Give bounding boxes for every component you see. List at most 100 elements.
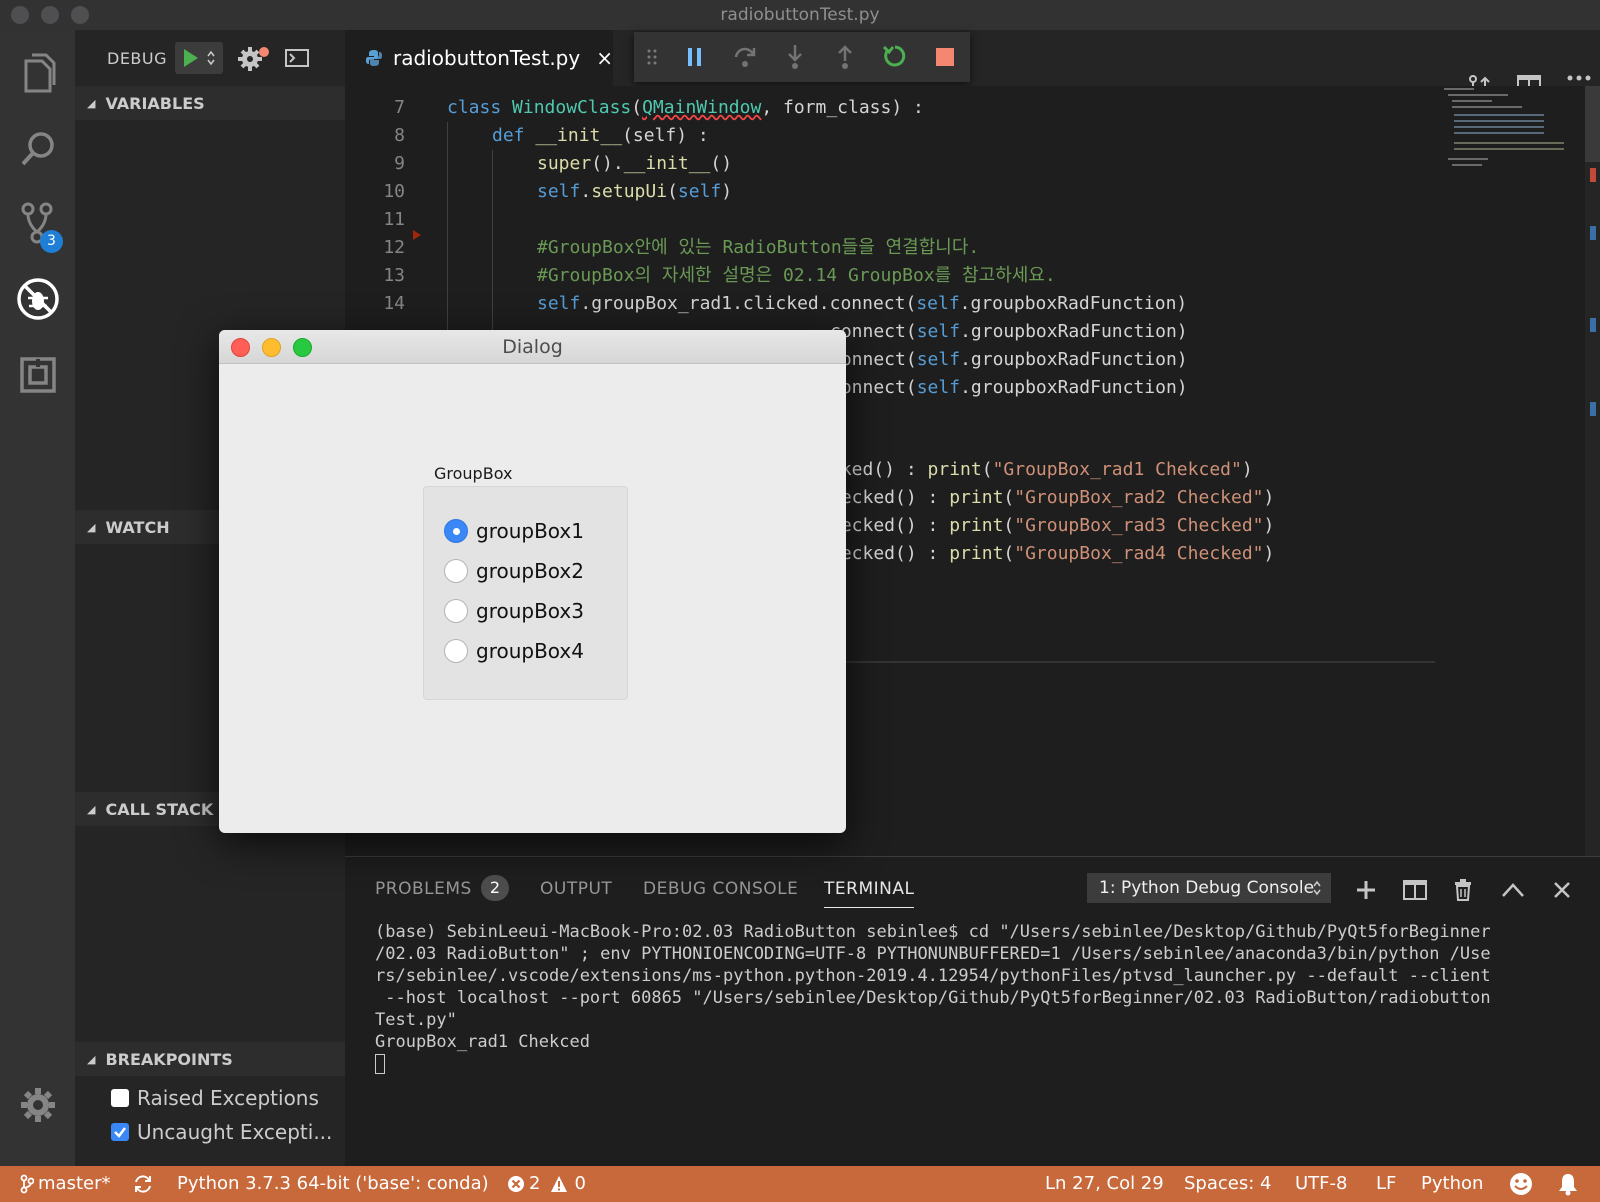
source-control-icon[interactable]: 3: [0, 188, 75, 258]
radio-indicator-checked[interactable]: [444, 519, 468, 543]
terminal-select-value: 1: Python Debug Console: [1099, 878, 1315, 898]
maximize-panel-icon[interactable]: [1498, 875, 1528, 905]
debug-label: DEBUG: [107, 48, 168, 68]
radio-groupbox1[interactable]: groupBox1: [444, 519, 584, 543]
code-line-print-4: necked() : print("GroupBox_rad4 Checked"…: [830, 543, 1275, 564]
cursor-position-status[interactable]: Ln 27, Col 29: [1045, 1166, 1164, 1202]
terminal-line: (base) SebinLeeui-MacBook-Pro:02.03 Radi…: [375, 922, 1491, 942]
radio-groupbox3[interactable]: groupBox3: [444, 599, 584, 623]
python-file-icon: [366, 50, 382, 66]
tab-close-icon[interactable]: ×: [596, 46, 613, 70]
variables-section-header[interactable]: ◢ VARIABLES: [75, 86, 345, 120]
step-out-icon[interactable]: [820, 32, 870, 82]
breakpoint-uncaught-exceptions[interactable]: Uncaught Excepti...: [111, 1120, 332, 1144]
radio-label: groupBox4: [476, 639, 584, 663]
indentation-status[interactable]: Spaces: 4: [1184, 1166, 1271, 1202]
chevron-updown-icon: [207, 50, 215, 66]
radio-label: groupBox1: [476, 519, 584, 543]
line-number: 10: [383, 181, 405, 202]
split-terminal-icon[interactable]: [1400, 875, 1430, 905]
radio-indicator[interactable]: [444, 599, 468, 623]
line-number: 12: [383, 237, 405, 258]
step-over-icon[interactable]: [720, 32, 770, 82]
terminal-select[interactable]: 1: Python Debug Console: [1087, 873, 1331, 903]
trash-icon[interactable]: [1448, 875, 1478, 905]
line-number: 9: [394, 153, 405, 174]
radio-indicator[interactable]: [444, 639, 468, 663]
notification-bell-icon[interactable]: [1557, 1166, 1579, 1202]
terminal-cursor: [375, 1054, 385, 1074]
sync-icon[interactable]: [133, 1166, 153, 1202]
problems-count-badge: 2: [481, 875, 509, 901]
drag-handle-icon[interactable]: [634, 32, 670, 82]
code-line-print-2: necked() : print("GroupBox_rad2 Checked"…: [830, 487, 1275, 508]
line-number: 7: [394, 97, 405, 118]
tab-debug-console[interactable]: DEBUG CONSOLE: [643, 879, 798, 899]
code-line-14: self.groupBox_rad1.clicked.connect(self.…: [537, 293, 1188, 314]
editor-tab-radiobuttontest[interactable]: radiobuttonTest.py ×: [345, 30, 613, 86]
tab-terminal[interactable]: TERMINAL: [824, 879, 915, 908]
code-line-print-1: cked() : print("GroupBox_rad1 Chekced"): [830, 459, 1253, 480]
error-icon: [508, 1176, 524, 1192]
activity-bar: 3: [0, 30, 75, 1166]
raised-exceptions-checkbox[interactable]: [111, 1089, 129, 1107]
restart-icon[interactable]: [870, 32, 920, 82]
start-debugging-button[interactable]: [175, 42, 224, 74]
add-terminal-icon[interactable]: [1351, 875, 1381, 905]
uncaught-exceptions-checkbox[interactable]: [111, 1123, 129, 1141]
minimap[interactable]: [1444, 86, 1564, 186]
debug-console-icon[interactable]: [285, 49, 310, 67]
radio-label: groupBox3: [476, 599, 584, 623]
code-line-10: self.setupUi(self): [537, 181, 733, 202]
more-actions-icon[interactable]: [1567, 74, 1591, 82]
code-line-9: super().__init__(): [537, 153, 733, 174]
watch-label: WATCH: [105, 517, 170, 537]
code-line-17-partial: connect(self.groupboxRadFunction): [830, 377, 1188, 398]
code-line-13: #GroupBox의 자세한 설명은 02.14 GroupBox를 참고하세요…: [537, 265, 1056, 286]
variables-label: VARIABLES: [105, 93, 205, 113]
stop-icon[interactable]: [920, 32, 970, 82]
settings-gear-icon[interactable]: [0, 1070, 75, 1140]
git-branch-status[interactable]: master*: [20, 1166, 110, 1202]
terminal-line: GroupBox_rad1 Chekced: [375, 1032, 590, 1052]
tab-problems[interactable]: PROBLEMS: [375, 879, 472, 899]
code-line-print-3: necked() : print("GroupBox_rad3 Checked"…: [830, 515, 1275, 536]
explorer-icon[interactable]: [0, 38, 75, 108]
radio-groupbox4[interactable]: groupBox4: [444, 639, 584, 663]
error-count: 2: [529, 1173, 541, 1194]
code-line-8: def __init__(self) :: [492, 125, 709, 146]
python-interpreter-status[interactable]: Python 3.7.3 64-bit ('base': conda): [177, 1166, 489, 1202]
encoding-status[interactable]: UTF-8: [1295, 1166, 1347, 1202]
problems-status[interactable]: 2 0: [507, 1166, 586, 1202]
uncaught-exceptions-label: Uncaught Excepti...: [137, 1120, 333, 1144]
search-icon[interactable]: [0, 114, 75, 184]
editor-tab-bar: radiobuttonTest.py ×: [345, 30, 1600, 97]
code-line-15-partial: connect(self.groupboxRadFunction): [830, 321, 1188, 342]
breakpoint-marker-icon[interactable]: [413, 230, 421, 240]
debug-floating-toolbar: [634, 32, 970, 82]
feedback-smiley-icon[interactable]: [1509, 1166, 1533, 1202]
line-number: 13: [383, 265, 405, 286]
close-panel-icon[interactable]: [1547, 875, 1577, 905]
horizontal-scrollbar[interactable]: [835, 661, 1435, 663]
branch-name: master*: [38, 1173, 111, 1194]
raised-exceptions-label: Raised Exceptions: [137, 1086, 319, 1110]
terminal-output[interactable]: (base) SebinLeeui-MacBook-Pro:02.03 Radi…: [375, 921, 1575, 1075]
debug-icon[interactable]: [0, 264, 75, 334]
extensions-icon[interactable]: [0, 340, 75, 410]
breakpoints-label: BREAKPOINTS: [105, 1049, 233, 1069]
editor-vertical-scrollbar[interactable]: [1585, 86, 1600, 856]
code-line-7: class WindowClass(QMainWindow, form_clas…: [447, 97, 924, 118]
breakpoints-section-header[interactable]: ◢ BREAKPOINTS: [75, 1042, 345, 1076]
pause-icon[interactable]: [670, 32, 720, 82]
step-into-icon[interactable]: [770, 32, 820, 82]
terminal-line: --host localhost --port 60865 "/Users/se…: [375, 988, 1491, 1008]
line-number: 11: [383, 209, 405, 230]
breakpoint-raised-exceptions[interactable]: Raised Exceptions: [111, 1086, 319, 1110]
tab-output[interactable]: OUTPUT: [540, 879, 612, 899]
eol-status[interactable]: LF: [1376, 1166, 1396, 1202]
language-mode-status[interactable]: Python: [1421, 1166, 1483, 1202]
radio-groupbox2[interactable]: groupBox2: [444, 559, 584, 583]
radio-indicator[interactable]: [444, 559, 468, 583]
debug-config-gear-icon[interactable]: [237, 45, 271, 71]
